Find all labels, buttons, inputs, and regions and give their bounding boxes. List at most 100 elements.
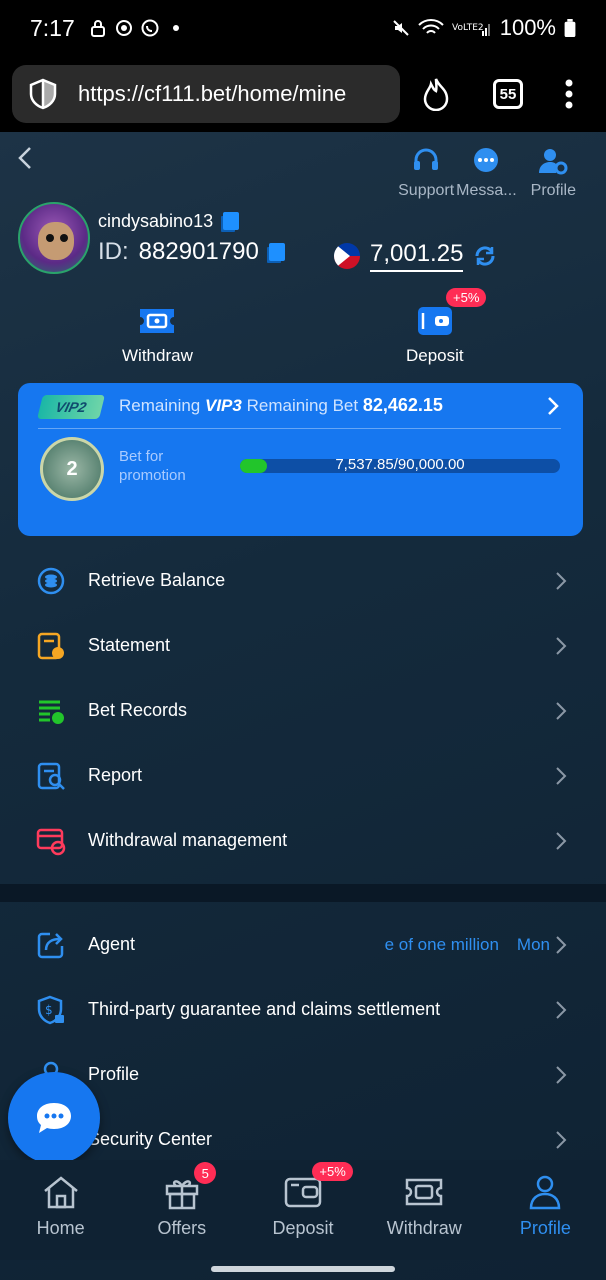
- battery-icon: [564, 19, 576, 37]
- chevron-right-icon: [556, 1065, 567, 1084]
- menu-label: Bet Records: [88, 700, 188, 720]
- section-divider: [0, 884, 606, 902]
- vip-level-tag: VIP2: [37, 395, 105, 419]
- vip-next-level: VIP3: [205, 396, 242, 415]
- status-time: 7:17: [30, 14, 75, 41]
- menu-retrieve-balance[interactable]: Retrieve Balance: [0, 548, 606, 613]
- user-id-label: ID:: [98, 237, 129, 265]
- messages-label: Messa...: [456, 182, 517, 199]
- username-row: cindysabino13: [98, 211, 285, 232]
- site-info-shield-icon[interactable]: [26, 77, 60, 111]
- status-system-icons: VoLTE2 100%: [392, 15, 576, 41]
- chevron-right-icon: [556, 701, 567, 720]
- chevron-right-icon: [556, 935, 567, 954]
- message-bubble-icon: [474, 148, 499, 172]
- support-button[interactable]: Support: [398, 146, 454, 200]
- bottom-tab-bar: Home Offers 5 Deposit +5% Withdraw Profi…: [0, 1160, 606, 1260]
- dot-icon: [172, 25, 179, 31]
- agent-marquee-text: e of one million: [384, 934, 499, 954]
- report-icon: [37, 762, 65, 790]
- deposit-bonus-badge: +5%: [446, 288, 487, 307]
- withdrawal-management-icon: [36, 828, 66, 855]
- menu-report[interactable]: Report: [0, 743, 606, 808]
- user-icon: [530, 1175, 561, 1210]
- vip-progress-text: 7,537.85/90,000.00: [335, 456, 465, 473]
- browser-toolbar: https://cf111.bet/home/mine 55: [0, 56, 606, 132]
- svg-text:$: $: [45, 1003, 53, 1017]
- copy-id-icon[interactable]: [268, 242, 285, 261]
- whatsapp-icon: [141, 19, 159, 37]
- tab-label: Offers: [157, 1218, 207, 1238]
- lock-icon: [90, 20, 105, 37]
- tab-deposit[interactable]: Deposit +5%: [242, 1160, 363, 1260]
- refresh-icon[interactable]: [473, 244, 497, 268]
- user-gear-icon: [539, 149, 568, 175]
- bet-records-icon: [39, 700, 64, 724]
- copy-username-icon[interactable]: [223, 212, 240, 230]
- tab-offers[interactable]: Offers 5: [121, 1160, 242, 1260]
- chevron-right-icon: [556, 1130, 567, 1149]
- philippines-flag-icon: [334, 243, 360, 269]
- menu-label: Security Center: [88, 1129, 213, 1149]
- messages-button[interactable]: Messa...: [456, 146, 517, 200]
- menu-bet-records[interactable]: Bet Records: [0, 678, 606, 743]
- user-id-row: ID: 882901790: [98, 238, 285, 266]
- menu-statement[interactable]: Statement: [0, 613, 606, 678]
- vip-medal: 2: [40, 437, 104, 501]
- wallet-icon: [417, 307, 452, 335]
- home-icon: [43, 1176, 78, 1209]
- balance-display: 7,001.25: [334, 240, 497, 272]
- vip-level-text: VIP2: [53, 399, 89, 415]
- menu-withdrawal-management[interactable]: Withdrawal management: [0, 808, 606, 873]
- profile-settings-button[interactable]: Profile: [531, 146, 576, 200]
- agent-more-text: Mon: [516, 934, 550, 954]
- vip-divider: [38, 428, 561, 429]
- profile-label: Profile: [530, 182, 576, 199]
- tab-home[interactable]: Home: [0, 1160, 121, 1260]
- tab-label: Home: [36, 1218, 85, 1238]
- back-arrow-icon[interactable]: [14, 144, 38, 172]
- username: cindysabino13: [98, 210, 214, 231]
- menu-agent[interactable]: Agent e of one million Mon: [0, 912, 606, 977]
- menu-label: Profile: [88, 1064, 140, 1084]
- mute-icon: [393, 20, 409, 36]
- signal-icon: VoLTE2: [452, 23, 490, 36]
- withdraw-ticket-icon: [405, 1178, 443, 1206]
- address-bar[interactable]: https://cf111.bet/home/mine: [12, 65, 400, 123]
- menu-label: Third-party guarantee and claims settlem…: [88, 999, 441, 1019]
- chevron-right-icon: [556, 1000, 567, 1019]
- tab-withdraw[interactable]: Withdraw: [364, 1160, 485, 1260]
- live-chat-button[interactable]: [8, 1072, 100, 1164]
- tabs-count-button[interactable]: 55: [493, 79, 523, 109]
- shield-dollar-icon: $: [37, 995, 64, 1024]
- avatar-face: [38, 222, 74, 260]
- menu-third-party-guarantee[interactable]: $ Third-party guarantee and claims settl…: [0, 977, 606, 1042]
- balance-value: 7,001.25: [370, 240, 464, 272]
- user-id-value: 882901790: [138, 237, 259, 265]
- chevron-right-icon: [556, 766, 567, 785]
- vip-progress-card[interactable]: VIP2 Remaining VIP3 Remaining Bet 82,462…: [18, 383, 583, 536]
- system-home-indicator[interactable]: [211, 1266, 395, 1272]
- vip-remaining-bet-value: 82,462.15: [362, 395, 443, 415]
- withdraw-quick-button[interactable]: Withdraw: [122, 304, 193, 366]
- avatar[interactable]: [18, 202, 90, 274]
- menu-label: Statement: [88, 635, 171, 655]
- support-label: Support: [398, 182, 455, 199]
- url-text[interactable]: https://cf111.bet/home/mine: [78, 81, 346, 107]
- vip-remaining-bet-label: Remaining Bet: [246, 396, 359, 415]
- deposit-label: Deposit: [406, 346, 464, 365]
- avatar-eye: [60, 234, 68, 242]
- status-bar: 7:17 VoLTE2 100%: [0, 0, 606, 56]
- deposit-quick-button[interactable]: Deposit +5%: [406, 288, 487, 366]
- offers-count-badge: 5: [194, 1162, 217, 1184]
- avatar-eye: [46, 234, 54, 242]
- more-menu-icon[interactable]: [565, 79, 573, 109]
- tab-label: Profile: [519, 1218, 571, 1238]
- tab-profile[interactable]: Profile: [485, 1160, 606, 1260]
- statement-icon: [37, 632, 64, 659]
- header-actions: Support Messa... Profile: [398, 146, 576, 200]
- headset-icon: [414, 148, 439, 170]
- flame-icon[interactable]: [421, 77, 451, 111]
- chevron-right-icon[interactable]: [545, 395, 561, 417]
- deposit-bonus-badge: +5%: [312, 1162, 353, 1181]
